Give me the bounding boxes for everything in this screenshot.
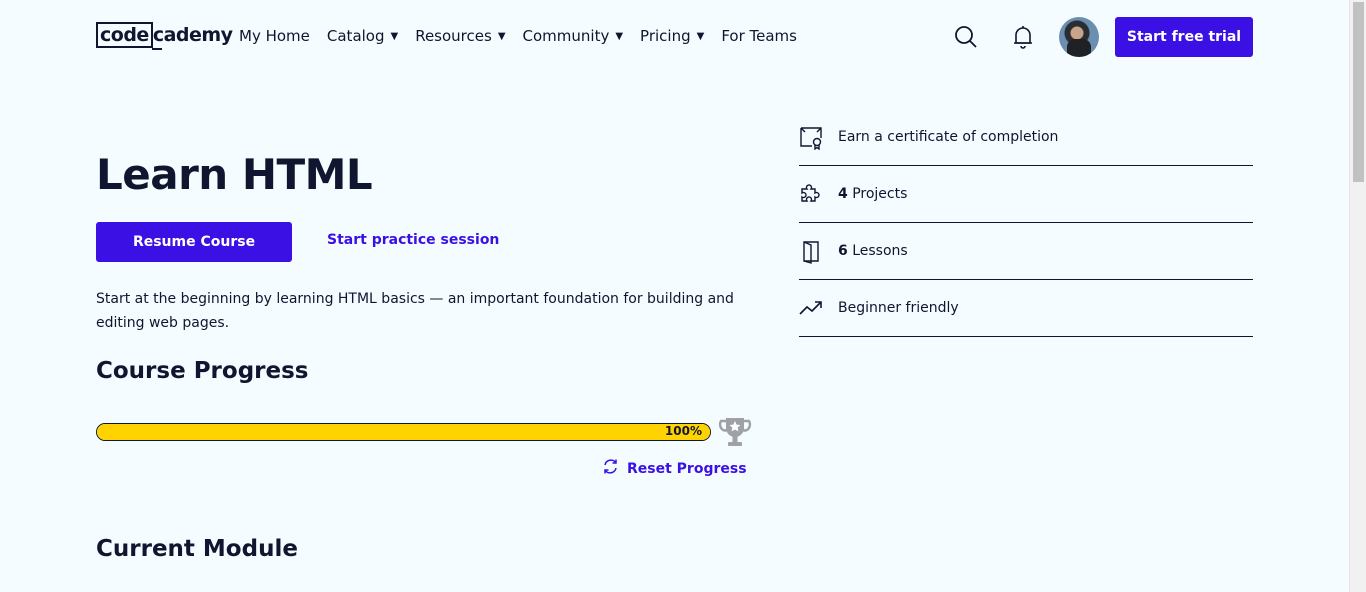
certificate-icon	[799, 125, 824, 150]
nav-my-home[interactable]: My Home	[239, 27, 310, 45]
refresh-icon	[602, 458, 619, 479]
book-icon	[799, 239, 824, 264]
page-title: Learn HTML	[96, 150, 373, 199]
fact-label: Beginner friendly	[838, 300, 959, 316]
start-practice-session-link[interactable]: Start practice session	[327, 232, 499, 248]
main-nav: My Home Catalog ▼ Resources ▼ Community ▼ P…	[239, 17, 797, 55]
fact-text: 4 Projects	[838, 186, 907, 202]
course-facts-list: Earn a certificate of completion 4 Proje…	[799, 109, 1253, 337]
nav-for-teams[interactable]: For Teams	[721, 27, 797, 45]
nav-community[interactable]: Community ▼	[523, 27, 624, 45]
chevron-down-icon: ▼	[497, 30, 506, 42]
start-free-trial-button[interactable]: Start free trial	[1115, 17, 1253, 57]
fact-label: Projects	[847, 186, 908, 202]
page-scrollbar[interactable]	[1349, 0, 1366, 592]
fact-projects: 4 Projects	[799, 166, 1253, 223]
resume-course-button[interactable]: Resume Course	[96, 222, 292, 262]
nav-pricing[interactable]: Pricing ▼	[640, 27, 704, 45]
fact-count: 4	[838, 186, 848, 202]
trend-up-icon	[799, 296, 824, 321]
reset-progress-button[interactable]: Reset Progress	[602, 458, 747, 479]
nav-label: Catalog	[326, 27, 385, 45]
course-description: Start at the beginning by learning HTML …	[96, 291, 734, 331]
chevron-down-icon: ▼	[390, 30, 399, 42]
nav-resources[interactable]: Resources ▼	[415, 27, 505, 45]
logo-cademy: cademy	[151, 24, 233, 50]
fact-lessons: 6 Lessons	[799, 223, 1253, 280]
codecademy-logo[interactable]: code cademy	[96, 21, 233, 50]
scrollbar-thumb[interactable]	[1353, 2, 1364, 182]
nav-label: Community	[522, 27, 610, 45]
avatar[interactable]	[1059, 17, 1099, 57]
chevron-down-icon: ▼	[615, 30, 624, 42]
fact-count: 6	[838, 243, 848, 259]
bell-icon[interactable]	[1011, 25, 1035, 49]
course-progress-heading: Course Progress	[96, 358, 309, 384]
fact-label: Lessons	[847, 243, 908, 259]
nav-catalog[interactable]: Catalog ▼	[327, 27, 398, 45]
puzzle-icon	[799, 182, 824, 207]
trophy-icon	[718, 415, 752, 449]
reset-progress-label: Reset Progress	[627, 460, 747, 477]
nav-label: Pricing	[640, 27, 691, 45]
progress-percent: 100%	[664, 424, 702, 438]
search-icon[interactable]	[954, 25, 978, 49]
fact-certificate: Earn a certificate of completion	[799, 109, 1253, 166]
fact-text: Earn a certificate of completion	[838, 129, 1058, 145]
fact-label: Earn a certificate of completion	[838, 129, 1059, 145]
nav-label: My Home	[239, 27, 310, 45]
nav-label: For Teams	[721, 27, 797, 45]
nav-label: Resources	[415, 27, 492, 45]
current-module-heading: Current Module	[96, 536, 298, 562]
fact-beginner: Beginner friendly	[799, 280, 1253, 337]
chevron-down-icon: ▼	[696, 30, 705, 42]
fact-text: 6 Lessons	[838, 243, 908, 259]
fact-text: Beginner friendly	[838, 300, 959, 316]
logo-code: code	[96, 22, 153, 48]
site-header: code cademy My Home Catalog ▼ Resources ▼ C…	[96, 17, 1253, 57]
